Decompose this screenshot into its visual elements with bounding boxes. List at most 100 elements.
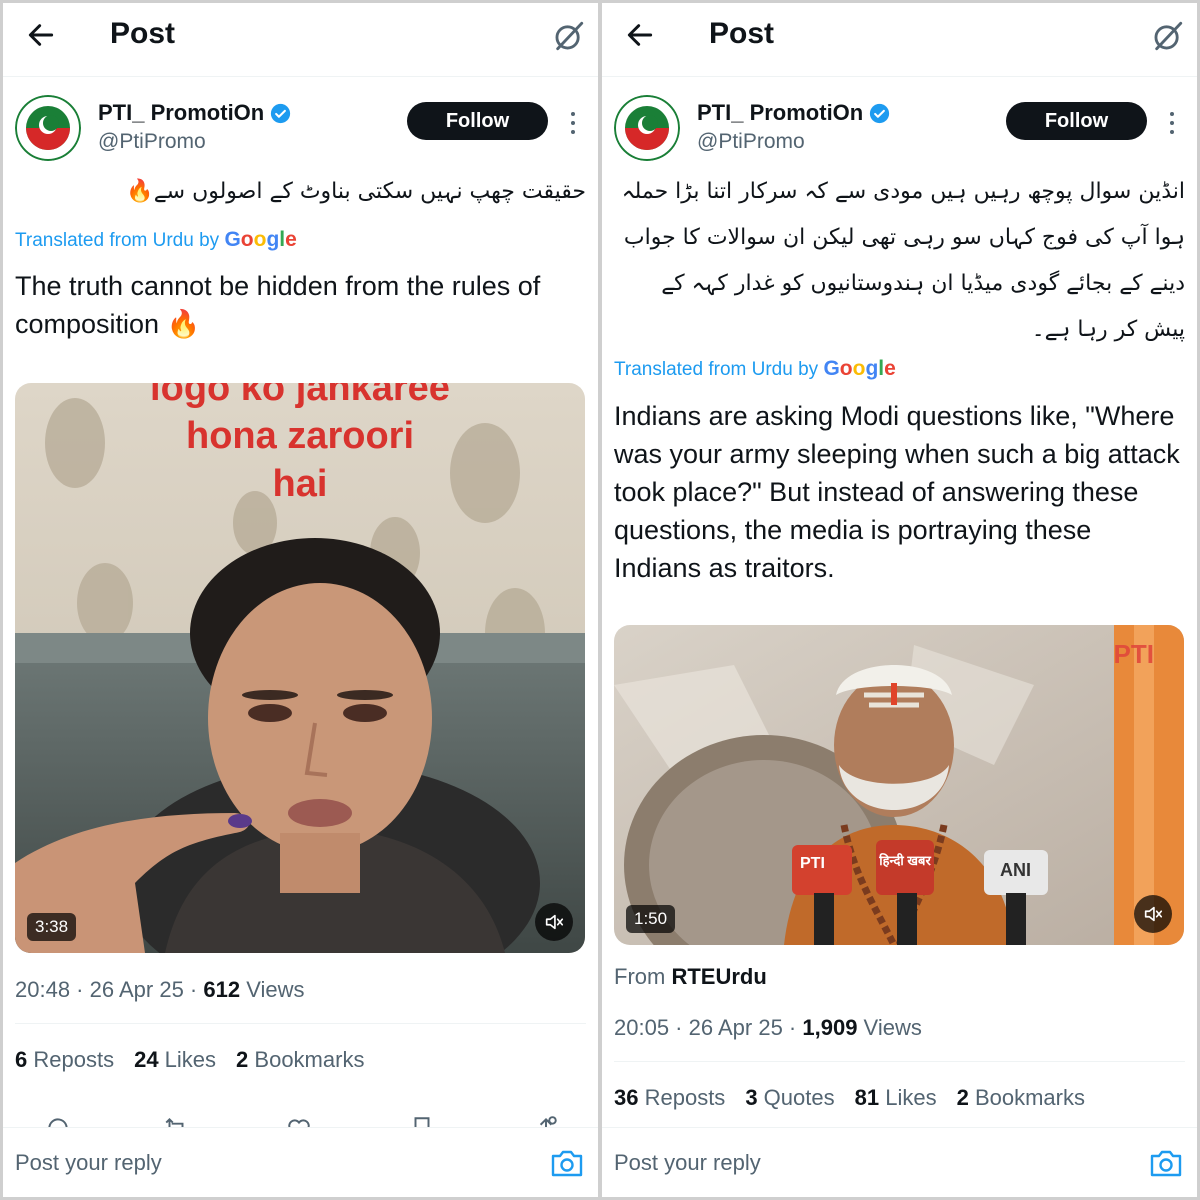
- more-icon[interactable]: [561, 108, 585, 138]
- page-title: Post: [709, 17, 775, 50]
- mic-label: PTI: [800, 855, 825, 872]
- video-caption-line: logo ko jankaree: [150, 383, 450, 409]
- mute-icon: [545, 914, 564, 930]
- meta-separator: ·: [669, 1015, 689, 1040]
- camera-icon[interactable]: [1149, 1148, 1183, 1178]
- top-bar: Post: [3, 3, 598, 77]
- pti-logo-icon: [614, 95, 680, 161]
- video-duration-badge: 3:38: [27, 913, 77, 941]
- reply-input[interactable]: Post your reply: [614, 1150, 761, 1176]
- stat-label: Likes: [158, 1047, 217, 1072]
- post-text-translated: The truth cannot be hidden from the rule…: [15, 271, 541, 339]
- avatar[interactable]: [15, 95, 81, 161]
- verified-badge-icon: [870, 103, 890, 123]
- reply-input[interactable]: Post your reply: [15, 1150, 162, 1176]
- post-text-urdu: حقیقت چھپ نہیں سکتی بناوٹ کے اصولوں سے🔥: [126, 179, 586, 204]
- stat-count: 6: [15, 1047, 28, 1072]
- video-player[interactable]: logo ko jankaree hona zaroori hai 3:38: [15, 383, 585, 953]
- source-prefix: From: [614, 964, 672, 989]
- stat-count: 36: [614, 1085, 639, 1110]
- stat-count: 81: [854, 1085, 880, 1110]
- mute-button[interactable]: [535, 903, 573, 941]
- channel-watermark: PTI: [1113, 639, 1154, 669]
- translation-attribution[interactable]: Translated from Urdu by Google: [15, 228, 297, 252]
- meta-separator: ·: [70, 977, 90, 1002]
- post-date[interactable]: 26 Apr 25: [689, 1015, 783, 1040]
- verified-badge-icon: [271, 103, 291, 123]
- bookmarks-stat[interactable]: 2 Bookmarks: [236, 1047, 364, 1073]
- stat-label: Bookmarks: [248, 1047, 365, 1072]
- video-frame: [614, 625, 1184, 945]
- engagement-stats: 36 Reposts 3 Quotes 81 Likes 2 Bookmarks: [614, 1085, 1085, 1111]
- author-name-text: PTI_ PromotiOn: [98, 100, 265, 125]
- grok-icon[interactable]: [552, 19, 586, 53]
- video-duration-badge: 1:50: [626, 905, 676, 933]
- post-time[interactable]: 20:48: [15, 977, 70, 1002]
- post-panel-right: Post PTI_ PromotiOn @PtiPromo Follow انڈ…: [602, 3, 1197, 1197]
- reply-bar: Post your reply: [602, 1127, 1197, 1197]
- follow-button[interactable]: Follow: [407, 102, 548, 140]
- video-caption-line: hai: [272, 463, 328, 505]
- post-meta: 20:48 · 26 Apr 25 · 612 Views: [15, 977, 305, 1003]
- author-name[interactable]: PTI_ PromotiOn: [697, 100, 890, 126]
- mute-button[interactable]: [1134, 895, 1172, 933]
- stat-label: Bookmarks: [968, 1085, 1085, 1110]
- google-logo: Google: [823, 357, 896, 380]
- pti-logo-icon: [15, 95, 81, 161]
- bookmarks-stat[interactable]: 2 Bookmarks: [957, 1085, 1085, 1111]
- quotes-stat[interactable]: 3 Quotes: [745, 1085, 834, 1111]
- stat-count: 2: [236, 1047, 249, 1072]
- source-name[interactable]: RTEUrdu: [671, 964, 766, 989]
- post-time[interactable]: 20:05: [614, 1015, 669, 1040]
- views-count: 1,909: [802, 1015, 858, 1040]
- likes-stat[interactable]: 24 Likes: [134, 1047, 216, 1073]
- mute-icon: [1144, 906, 1163, 922]
- back-arrow-icon[interactable]: [25, 19, 57, 51]
- reposts-stat[interactable]: 36 Reposts: [614, 1085, 725, 1111]
- divider: [614, 1061, 1185, 1062]
- stat-label: Likes: [879, 1085, 937, 1110]
- page-title: Post: [110, 17, 176, 50]
- stat-count: 2: [956, 1085, 969, 1110]
- post-meta: 20:05 · 26 Apr 25 · 1,909 Views: [614, 1015, 922, 1041]
- google-logo: Google: [224, 228, 297, 251]
- author-handle[interactable]: @PtiPromo: [697, 130, 805, 154]
- author-name-text: PTI_ PromotiOn: [697, 100, 864, 125]
- reply-bar: Post your reply: [3, 1127, 598, 1197]
- camera-icon[interactable]: [550, 1148, 584, 1178]
- views-label: Views: [240, 977, 305, 1002]
- translation-attribution[interactable]: Translated from Urdu by Google: [614, 357, 896, 381]
- video-caption-line: hona zaroori: [185, 415, 415, 457]
- post-date[interactable]: 26 Apr 25: [90, 977, 184, 1002]
- top-bar: Post: [602, 3, 1197, 77]
- video-source: From RTEUrdu: [614, 964, 767, 990]
- stat-label: Quotes: [757, 1085, 835, 1110]
- stat-label: Reposts: [27, 1047, 115, 1072]
- avatar[interactable]: [614, 95, 680, 161]
- reposts-stat[interactable]: 6 Reposts: [15, 1047, 114, 1073]
- stat-count: 3: [745, 1085, 758, 1110]
- meta-separator: ·: [782, 1015, 803, 1040]
- likes-stat[interactable]: 81 Likes: [855, 1085, 937, 1111]
- post-text-urdu: انڈین سوال پوچھ رہیں ہیں مودی سے کہ سرکا…: [621, 179, 1185, 342]
- views-label: Views: [857, 1015, 922, 1040]
- post-text-translated: Indians are asking Modi questions like, …: [614, 401, 1180, 583]
- post-panel-left: Post PTI_ PromotiOn @PtiPromo Follow حقی…: [3, 3, 598, 1197]
- mic-label: ANI: [1000, 860, 1031, 880]
- grok-icon[interactable]: [1151, 19, 1185, 53]
- translation-prefix: Translated from Urdu by: [15, 230, 220, 251]
- back-arrow-icon[interactable]: [624, 19, 656, 51]
- more-icon[interactable]: [1160, 108, 1184, 138]
- author-handle[interactable]: @PtiPromo: [98, 130, 206, 154]
- follow-button[interactable]: Follow: [1006, 102, 1147, 140]
- meta-separator: ·: [183, 977, 204, 1002]
- engagement-stats: 6 Reposts 24 Likes 2 Bookmarks: [15, 1047, 364, 1073]
- video-player[interactable]: PTI PTI हिन्दी खबर ANI 1:50: [614, 625, 1184, 945]
- stat-label: Reposts: [638, 1085, 726, 1110]
- mic-label: हिन्दी खबर: [879, 853, 931, 868]
- views-count: 612: [203, 977, 241, 1002]
- author-name[interactable]: PTI_ PromotiOn: [98, 100, 291, 126]
- stat-count: 24: [134, 1047, 159, 1072]
- translation-prefix: Translated from Urdu by: [614, 359, 819, 380]
- divider: [15, 1023, 586, 1024]
